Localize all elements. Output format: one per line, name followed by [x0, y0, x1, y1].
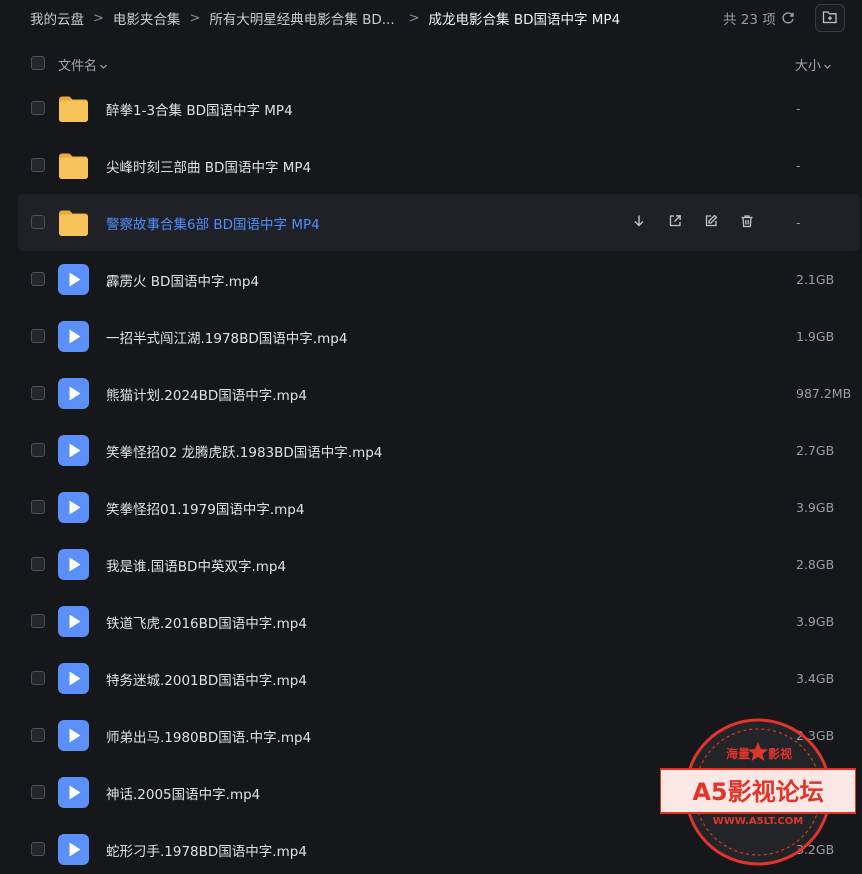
row-checkbox[interactable] [31, 614, 45, 628]
folder-icon [57, 149, 90, 182]
file-size: - [796, 158, 801, 173]
rename-icon[interactable] [702, 212, 720, 230]
video-file-icon [57, 776, 90, 809]
select-all-checkbox[interactable] [31, 56, 45, 70]
file-name[interactable]: 警察故事合集6部 BD国语中字 MP4 [106, 194, 320, 251]
column-header-size[interactable]: 大小 [795, 55, 832, 74]
new-folder-button[interactable] [815, 4, 845, 32]
row-checkbox[interactable] [31, 557, 45, 571]
file-name[interactable]: 蛇形刁手.1978BD国语中字.mp4 [106, 821, 307, 874]
file-name[interactable]: 霹雳火 BD国语中字.mp4 [106, 251, 259, 308]
video-file-icon [57, 833, 90, 866]
row-checkbox[interactable] [31, 215, 45, 229]
breadcrumb-separator: > [93, 10, 104, 26]
video-file-icon [57, 548, 90, 581]
refresh-icon[interactable] [781, 11, 795, 25]
file-row[interactable]: 特务迷城.2001BD国语中字.mp4 3.4GB [18, 650, 860, 707]
row-checkbox[interactable] [31, 272, 45, 286]
row-checkbox[interactable] [31, 329, 45, 343]
file-name[interactable]: 神话.2005国语中字.mp4 [106, 764, 260, 821]
video-file-icon [57, 605, 90, 638]
share-icon[interactable] [666, 212, 684, 230]
file-size: 1.9GB [796, 329, 835, 344]
watermark-stamp: 海量 影视 A5影视论坛 WWW.A5LT.COM [660, 718, 856, 866]
video-file-icon [57, 719, 90, 752]
watermark-bottom-text: 影视 [768, 746, 792, 761]
breadcrumb-separator: > [189, 10, 201, 26]
top-bar: 我的云盘 > 电影夹合集 > 所有大明星经典电影合集 BD... > 成龙电影合… [0, 0, 862, 36]
chevron-down-icon [824, 64, 831, 69]
breadcrumb-item-root[interactable]: 我的云盘 [30, 8, 84, 28]
row-checkbox[interactable] [31, 500, 45, 514]
file-size: 2.1GB [796, 272, 835, 287]
breadcrumb-item-current: 成龙电影合集 BD国语中字 MP4 [428, 12, 621, 28]
breadcrumb-separator: > [408, 10, 420, 26]
file-row[interactable]: 一招半式闯江湖.1978BD国语中字.mp4 1.9GB [18, 308, 860, 365]
chevron-down-icon [100, 64, 107, 69]
video-file-icon [57, 434, 90, 467]
file-name[interactable]: 师弟出马.1980BD国语.中字.mp4 [106, 707, 311, 764]
delete-icon[interactable] [738, 212, 756, 230]
column-header-size-label: 大小 [795, 59, 822, 74]
column-header-name-label: 文件名 [58, 59, 98, 74]
watermark-main-text: A5影视论坛 [692, 778, 823, 806]
video-file-icon [57, 491, 90, 524]
file-size: - [796, 215, 801, 230]
file-row[interactable]: 霹雳火 BD国语中字.mp4 2.1GB [18, 251, 860, 308]
video-file-icon [57, 263, 90, 296]
file-name[interactable]: 一招半式闯江湖.1978BD国语中字.mp4 [106, 308, 347, 365]
row-checkbox[interactable] [31, 785, 45, 799]
file-size: 2.8GB [796, 557, 835, 572]
item-count: 共 23 项 [723, 0, 795, 36]
file-row[interactable]: 熊猫计划.2024BD国语中字.mp4 987.2MB [18, 365, 860, 422]
folder-row[interactable]: 尖峰时刻三部曲 BD国语中字 MP4 - [18, 137, 860, 194]
file-size: 3.9GB [796, 500, 835, 515]
file-name[interactable]: 熊猫计划.2024BD国语中字.mp4 [106, 365, 307, 422]
breadcrumb: 我的云盘 > 电影夹合集 > 所有大明星经典电影合集 BD... > 成龙电影合… [30, 0, 620, 36]
file-name[interactable]: 特务迷城.2001BD国语中字.mp4 [106, 650, 307, 707]
row-checkbox[interactable] [31, 842, 45, 856]
file-name[interactable]: 醉拳1-3合集 BD国语中字 MP4 [106, 80, 293, 137]
file-row[interactable]: 笑拳怪招02 龙腾虎跃.1983BD国语中字.mp4 2.7GB [18, 422, 860, 479]
row-actions [630, 212, 756, 232]
row-checkbox[interactable] [31, 386, 45, 400]
new-folder-icon [822, 9, 838, 28]
download-icon[interactable] [630, 212, 648, 230]
file-name[interactable]: 笑拳怪招02 龙腾虎跃.1983BD国语中字.mp4 [106, 422, 382, 479]
breadcrumb-item-level2[interactable]: 所有大明星经典电影合集 BD... [209, 8, 394, 28]
video-file-icon [57, 662, 90, 695]
file-size: 987.2MB [796, 386, 852, 401]
file-size: 3.4GB [796, 671, 835, 686]
video-file-icon [57, 320, 90, 353]
column-header-name[interactable]: 文件名 [58, 55, 108, 74]
folder-row[interactable]: 警察故事合集6部 BD国语中字 MP4 - [18, 194, 860, 251]
file-size: 2.7GB [796, 443, 835, 458]
file-name[interactable]: 尖峰时刻三部曲 BD国语中字 MP4 [106, 137, 311, 194]
file-row[interactable]: 铁道飞虎.2016BD国语中字.mp4 3.9GB [18, 593, 860, 650]
list-header: 文件名 大小 [0, 46, 862, 80]
row-checkbox[interactable] [31, 671, 45, 685]
breadcrumb-item-level1[interactable]: 电影夹合集 [113, 8, 181, 28]
item-count-label: 共 23 项 [723, 12, 776, 28]
file-row[interactable]: 我是谁.国语BD中英双字.mp4 2.8GB [18, 536, 860, 593]
row-checkbox[interactable] [31, 728, 45, 742]
video-file-icon [57, 377, 90, 410]
file-size: - [796, 101, 801, 116]
file-name[interactable]: 铁道飞虎.2016BD国语中字.mp4 [106, 593, 307, 650]
folder-icon [57, 92, 90, 125]
file-row[interactable]: 笑拳怪招01.1979国语中字.mp4 3.9GB [18, 479, 860, 536]
folder-row[interactable]: 醉拳1-3合集 BD国语中字 MP4 - [18, 80, 860, 137]
file-name[interactable]: 我是谁.国语BD中英双字.mp4 [106, 536, 286, 593]
folder-icon [57, 206, 90, 239]
watermark-url-text: WWW.A5LT.COM [713, 816, 803, 827]
row-checkbox[interactable] [31, 158, 45, 172]
row-checkbox[interactable] [31, 101, 45, 115]
watermark-top-text: 海量 [726, 746, 750, 761]
file-size: 3.9GB [796, 614, 835, 629]
row-checkbox[interactable] [31, 443, 45, 457]
file-name[interactable]: 笑拳怪招01.1979国语中字.mp4 [106, 479, 304, 536]
